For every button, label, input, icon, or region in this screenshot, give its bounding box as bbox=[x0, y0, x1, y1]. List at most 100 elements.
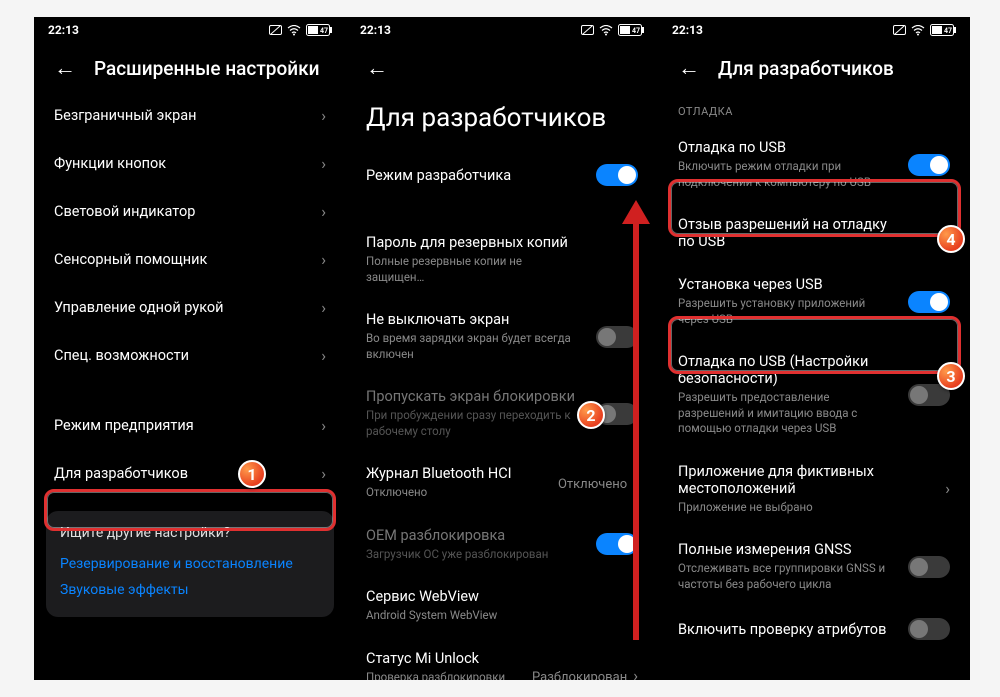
back-icon[interactable]: ← bbox=[54, 55, 76, 81]
row-label: Приложение для фиктивных местоположений bbox=[678, 463, 893, 497]
settings-row-sensornyi-pomoshchnik[interactable]: Сенсорный помощник› bbox=[34, 235, 346, 283]
row-label: Включить проверку атрибутов bbox=[678, 621, 886, 638]
row-oem-unlock: OEM разблокировка Загрузчик ОС уже разбло… bbox=[346, 514, 658, 576]
chevron-right-icon: › bbox=[321, 154, 326, 173]
chevron-right-icon: Разблокирован› bbox=[532, 666, 638, 680]
row-gnss-full[interactable]: Полные измерения GNSS Отслеживать все гру… bbox=[658, 528, 970, 605]
status-bar: 22:13 47 bbox=[346, 17, 658, 39]
row-label: Световой индикатор bbox=[54, 203, 195, 220]
back-icon[interactable]: ← bbox=[678, 55, 700, 81]
row-label: Отзыв разрешений на отладку по USB bbox=[678, 216, 893, 250]
row-label: Полные измерения GNSS bbox=[678, 541, 893, 558]
toggle-switch[interactable] bbox=[596, 326, 638, 348]
row-attribute-check[interactable]: Включить проверку атрибутов bbox=[658, 605, 970, 653]
row-mock-location-app[interactable]: Приложение для фиктивных местоположений П… bbox=[658, 450, 970, 529]
row-install-via-usb[interactable]: Установка через USB Разрешить установку п… bbox=[658, 263, 970, 340]
tip-link-backup[interactable]: Резервирование и восстановление bbox=[60, 551, 320, 577]
status-time: 22:13 bbox=[48, 23, 79, 37]
row-sub: При пробуждении сразу переходить к рабоч… bbox=[366, 408, 581, 439]
row-label: Не выключать экран bbox=[366, 311, 581, 328]
row-label: Управление одной рукой bbox=[54, 299, 224, 316]
chevron-right-icon: › bbox=[633, 596, 638, 615]
page-title: Расширенные настройки bbox=[94, 57, 319, 80]
status-time: 22:13 bbox=[672, 23, 703, 37]
battery-icon: 47 bbox=[930, 24, 956, 36]
tip-card: Ищите другие настройки? Резервирование и… bbox=[46, 511, 334, 617]
chevron-right-icon: › bbox=[321, 416, 326, 435]
chevron-right-icon: › bbox=[945, 479, 950, 498]
phone-screen-3: 22:13 47 ← Для разработчиков ОТЛАДКА Отл… bbox=[658, 17, 970, 680]
toggle-switch[interactable] bbox=[596, 164, 638, 186]
row-sub: Приложение не выбрано bbox=[678, 500, 893, 516]
svg-text:47: 47 bbox=[632, 27, 640, 35]
row-sub: Android System WebView bbox=[366, 608, 497, 624]
phone-screen-1: 22:13 47 ← Расширенные настройки Безгран… bbox=[34, 17, 346, 680]
row-sub: Полные резервные копии не защищен… bbox=[366, 254, 581, 285]
wifi-icon bbox=[911, 25, 925, 36]
row-bluetooth-hci[interactable]: Журнал Bluetooth HCIОтключено Отключено› bbox=[346, 452, 658, 514]
row-sub: Отслеживать все группировки GNSS и часто… bbox=[678, 561, 893, 592]
settings-row-svetovoi-indikator[interactable]: Световой индикатор › bbox=[34, 187, 346, 235]
status-bar: 22:13 47 bbox=[658, 17, 970, 39]
row-label: Пароль для резервных копий bbox=[366, 234, 581, 251]
settings-row-spets-vozmozhnosti[interactable]: Спец. возможности› bbox=[34, 331, 346, 379]
tip-link-sound[interactable]: Звуковые эффекты bbox=[60, 577, 320, 603]
step-badge-1: 1 bbox=[238, 460, 266, 488]
chevron-right-icon: › bbox=[321, 298, 326, 317]
status-bar: 22:13 47 bbox=[34, 17, 346, 39]
row-label: Статус Mi Unlock bbox=[366, 650, 532, 667]
row-sub: Включить режим отладки при подключении к… bbox=[678, 159, 893, 190]
row-label: Функции кнопок bbox=[54, 155, 166, 172]
step-badge-3: 3 bbox=[937, 362, 965, 390]
section-title: ОТЛАДКА bbox=[658, 91, 970, 126]
battery-icon: 47 bbox=[618, 24, 644, 36]
chevron-right-icon: › bbox=[321, 202, 326, 221]
header: ← bbox=[346, 39, 658, 91]
row-usb-debugging[interactable]: Отладка по USB Включить режим отладки при… bbox=[658, 126, 970, 203]
row-mi-unlock-status[interactable]: Статус Mi UnlockПроверка разблокировки з… bbox=[346, 637, 658, 680]
toggle-switch[interactable] bbox=[908, 618, 950, 640]
settings-list: ОТЛАДКА Отладка по USB Включить режим отл… bbox=[658, 91, 970, 680]
chevron-right-icon: › bbox=[321, 464, 326, 483]
step-badge-2: 2 bbox=[577, 401, 605, 429]
settings-row-rezhim-predpriyatiya[interactable]: Режим предприятия› bbox=[34, 401, 346, 449]
row-stay-awake[interactable]: Не выключать экранВо время зарядки экран… bbox=[346, 298, 658, 375]
phone-screen-2: 22:13 47 ← Для разработчиков Режим разра… bbox=[346, 17, 658, 680]
row-label: Для разработчиков bbox=[54, 465, 188, 482]
settings-row-bezgranichnyi-ekran[interactable]: Безграничный экран› bbox=[34, 91, 346, 139]
settings-row-upravlenie-odnoi-rukoi[interactable]: Управление одной рукой › bbox=[34, 283, 346, 331]
toggle-switch[interactable] bbox=[908, 291, 950, 313]
row-usb-debug-security[interactable]: Отладка по USB (Настройки безопасности)Р… bbox=[658, 340, 970, 450]
row-webview[interactable]: Сервис WebViewAndroid System WebView › bbox=[346, 575, 658, 637]
settings-list: Безграничный экран› Функции кнопок› Свет… bbox=[34, 91, 346, 680]
row-revoke-usb-debug-auth[interactable]: Отзыв разрешений на отладку по USB › bbox=[658, 203, 970, 263]
row-label: Журнал Bluetooth HCI bbox=[366, 465, 512, 482]
tip-title: Ищите другие настройки? bbox=[60, 525, 320, 541]
settings-row-dlya-razrabotchikov[interactable]: Для разработчиков › bbox=[34, 449, 346, 497]
status-icons: 47 bbox=[893, 24, 956, 36]
toggle-switch[interactable] bbox=[908, 154, 950, 176]
row-label: OEM разблокировка bbox=[366, 527, 548, 544]
svg-text:47: 47 bbox=[320, 27, 328, 35]
toggle-switch[interactable] bbox=[908, 556, 950, 578]
row-value: Отключено bbox=[558, 477, 627, 492]
back-icon[interactable]: ← bbox=[366, 55, 388, 81]
status-icons: 47 bbox=[581, 24, 644, 36]
row-developer-mode[interactable]: Режим разработчика bbox=[346, 151, 658, 199]
wifi-icon bbox=[287, 25, 301, 36]
silent-icon bbox=[269, 25, 282, 36]
silent-icon bbox=[893, 25, 906, 36]
row-sub: Разрешить установку приложений через USB bbox=[678, 296, 893, 327]
row-label: Спец. возможности bbox=[54, 347, 189, 364]
step-badge-4: 4 bbox=[937, 225, 965, 253]
settings-row-funktsii-knopok[interactable]: Функции кнопок › bbox=[34, 139, 346, 187]
row-label: Отладка по USB bbox=[678, 139, 893, 156]
toggle-switch bbox=[596, 533, 638, 555]
row-sub: Загрузчик ОС уже разблокирован bbox=[366, 547, 548, 563]
header: ← Расширенные настройки bbox=[34, 39, 346, 91]
row-label: Установка через USB bbox=[678, 276, 893, 293]
row-label: Безграничный экран bbox=[54, 107, 197, 124]
row-value: Разблокирован bbox=[532, 670, 627, 680]
row-backup-password[interactable]: Пароль для резервных копий Полные резервн… bbox=[346, 221, 658, 298]
row-label: Режим разработчика bbox=[366, 167, 511, 184]
